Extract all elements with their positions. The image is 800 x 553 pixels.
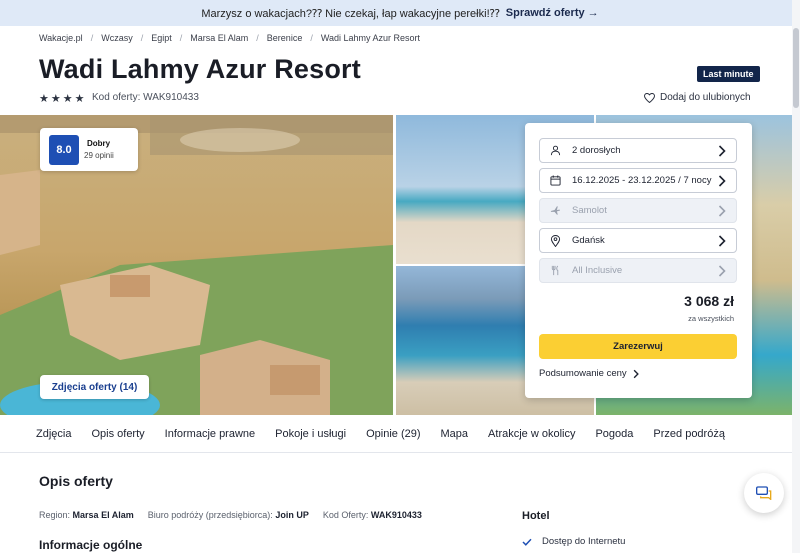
region-label: Region: xyxy=(39,510,71,520)
chevron-right-icon xyxy=(718,175,726,187)
tab-offer-description[interactable]: Opis oferty xyxy=(91,428,144,440)
transport-value: Samolot xyxy=(572,205,607,216)
page-title: Wadi Lahmy Azur Resort xyxy=(39,54,361,84)
chevron-right-icon xyxy=(718,145,726,157)
breadcrumb-separator: / xyxy=(310,33,313,43)
tab-photos[interactable]: Zdjęcia xyxy=(36,428,71,440)
region-meta: Region: Marsa El Alam xyxy=(39,510,134,520)
promo-text: Marzysz o wakacjach?⁇ Nie czekaj, łap wa… xyxy=(201,7,500,20)
chevron-right-icon xyxy=(718,205,726,217)
star-icon: ★ xyxy=(50,93,61,105)
tab-before-travel[interactable]: Przed podróżą xyxy=(653,428,725,440)
offer-meta: Region: Marsa El Alam Biuro podróży (prz… xyxy=(39,510,422,520)
airplane-icon xyxy=(548,205,562,216)
hotel-section-title: Hotel xyxy=(522,510,550,522)
add-to-favorites-button[interactable]: Dodaj do ulubionych xyxy=(644,92,751,103)
board-value: All Inclusive xyxy=(572,265,623,276)
amenity-item: Dostęp do Internetu xyxy=(522,536,625,547)
code-label: Kod Oferty: xyxy=(322,510,369,520)
tab-weather[interactable]: Pogoda xyxy=(595,428,633,440)
offer-code: Kod oferty: WAK910433 xyxy=(92,92,199,103)
breadcrumb-item[interactable]: Wakacje.pl xyxy=(39,33,83,43)
region-value: Marsa El Alam xyxy=(72,510,134,520)
review-count: 29 opinii xyxy=(84,151,114,160)
general-info-title: Informacje ogólne xyxy=(39,538,143,552)
location-pin-icon xyxy=(548,234,562,247)
chat-button[interactable] xyxy=(744,473,784,513)
promo-bar: Marzysz o wakacjach?⁇ Nie czekaj, łap wa… xyxy=(0,0,800,26)
breadcrumb-item[interactable]: Marsa El Alam xyxy=(190,33,248,43)
travelers-field[interactable]: 2 dorosłych xyxy=(539,138,737,163)
board-field: All Inclusive xyxy=(539,258,737,283)
tab-reviews[interactable]: Opinie (29) xyxy=(366,428,420,440)
cutlery-icon xyxy=(548,265,562,276)
agency-value: Join UP xyxy=(275,510,309,520)
person-icon xyxy=(548,145,562,156)
agency-label: Biuro podróży (przedsiębiorca): xyxy=(147,510,273,520)
breadcrumb-separator: / xyxy=(140,33,144,43)
rating-score: 8.0 xyxy=(49,135,79,165)
price-note: za wszystkich xyxy=(688,314,734,323)
breadcrumb-separator: / xyxy=(90,33,94,43)
checkmark-icon xyxy=(522,538,532,546)
breadcrumb-separator: / xyxy=(256,33,259,43)
star-icon: ★ xyxy=(62,93,73,105)
chevron-right-icon xyxy=(718,235,726,247)
star-icon: ★ xyxy=(74,93,85,105)
heart-icon xyxy=(644,92,655,103)
departure-value: Gdańsk xyxy=(572,235,605,246)
promo-cta-link[interactable]: Sprawdź oferty → xyxy=(506,7,599,19)
price-summary-label: Podsumowanie ceny xyxy=(539,368,627,379)
hotel-stars: ★ ★ ★ ★ xyxy=(39,92,85,105)
section-tabs: Zdjęcia Opis oferty Informacje prawne Po… xyxy=(0,415,800,453)
tab-attractions[interactable]: Atrakcje w okolicy xyxy=(488,428,575,440)
star-icon: ★ xyxy=(39,93,49,105)
dates-field[interactable]: 16.12.2025 - 23.12.2025 / 7 nocy xyxy=(539,168,737,193)
tab-map[interactable]: Mapa xyxy=(441,428,469,440)
code-value: WAK910433 xyxy=(370,510,422,520)
travelers-value: 2 dorosłych xyxy=(572,145,621,156)
breadcrumb-item[interactable]: Wczasy xyxy=(101,33,133,43)
tab-rooms-services[interactable]: Pokoje i usługi xyxy=(275,428,346,440)
reserve-button[interactable]: Zarezerwuj xyxy=(539,334,737,359)
photos-button[interactable]: Zdjęcia oferty (14) xyxy=(40,375,149,399)
offer-description-title: Opis oferty xyxy=(39,473,113,489)
breadcrumb: Wakacje.pl / Wczasy / Egipt / Marsa El Alam… xyxy=(39,33,420,43)
code-meta: Kod Oferty: WAK910433 xyxy=(323,510,422,520)
breadcrumb-separator: / xyxy=(179,33,183,43)
last-minute-badge: Last minute xyxy=(697,66,760,82)
tab-legal-info[interactable]: Informacje prawne xyxy=(165,428,256,440)
breadcrumb-current: Wadi Lahmy Azur Resort xyxy=(320,33,421,43)
favorite-label: Dodaj do ulubionych xyxy=(660,92,751,103)
rating-card[interactable]: 8.0 Dobry 29 opinii xyxy=(40,128,138,171)
breadcrumb-item[interactable]: Egipt xyxy=(151,33,172,43)
rating-label: Dobry xyxy=(87,139,111,148)
price-summary-link[interactable]: Podsumowanie ceny xyxy=(539,368,639,379)
scrollbar-thumb[interactable] xyxy=(793,28,799,108)
chevron-right-icon xyxy=(718,265,726,277)
amenity-label: Dostęp do Internetu xyxy=(542,536,626,547)
departure-field[interactable]: Gdańsk xyxy=(539,228,737,253)
dates-value: 16.12.2025 - 23.12.2025 / 7 nocy xyxy=(572,175,712,186)
agency-meta: Biuro podróży (przedsiębiorca): Join UP xyxy=(148,510,309,520)
calendar-icon xyxy=(548,175,562,186)
transport-field: Samolot xyxy=(539,198,737,223)
chevron-right-icon xyxy=(633,369,639,378)
total-price: 3 068 zł xyxy=(684,293,734,309)
breadcrumb-item[interactable]: Berenice xyxy=(267,33,303,43)
chat-icon xyxy=(756,486,772,500)
booking-panel: 2 dorosłych 16.12.2025 - 23.12.2025 / 7 … xyxy=(525,123,752,398)
